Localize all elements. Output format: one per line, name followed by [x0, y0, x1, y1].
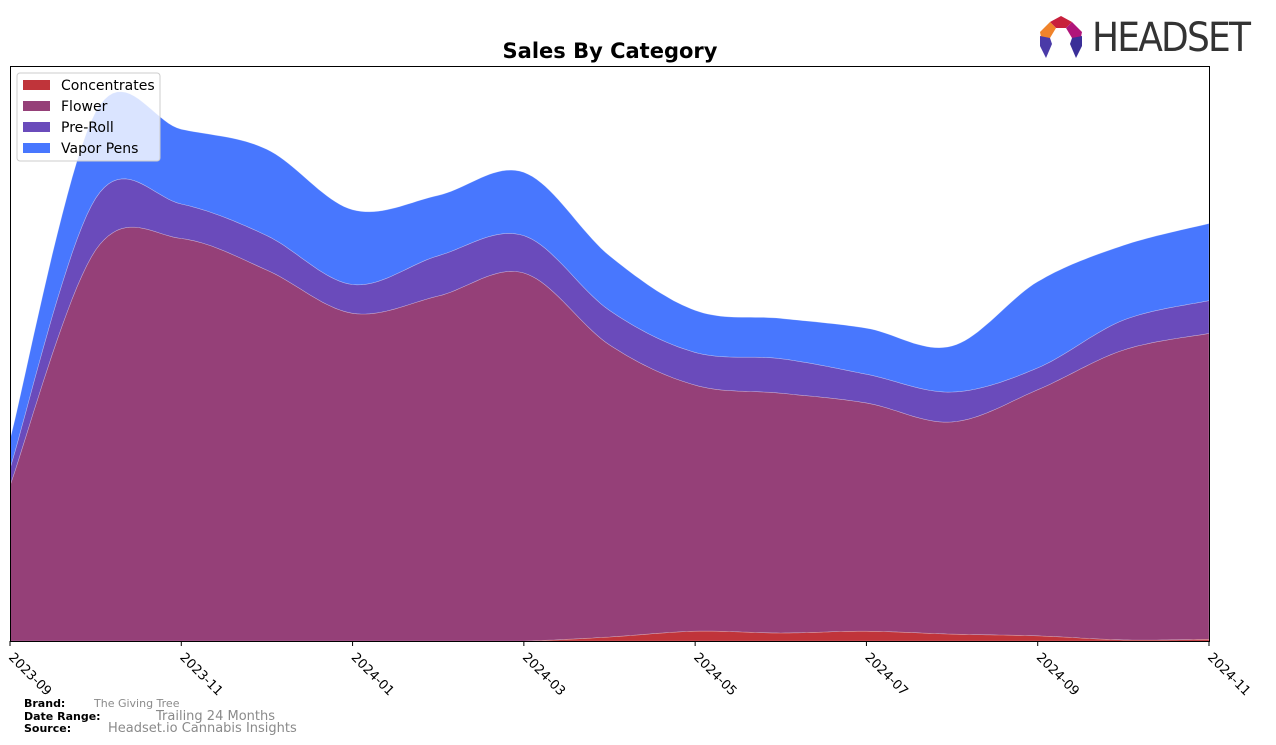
x-tick-label: 2024-09 [1033, 650, 1082, 699]
headset-logo-text: HEADSET [1092, 15, 1251, 61]
footer-source-label: Source: [24, 722, 72, 735]
x-tick-label: 2024-11 [1204, 650, 1253, 699]
legend-label-flower: Flower [61, 99, 108, 115]
sales-by-category-chart: Sales By Category 2023-09 2023-11 2024-01 2… [5, 39, 1253, 699]
plot-areas [9, 91, 1210, 642]
footer-source-value: Headset.io Cannabis Insights [108, 721, 297, 736]
x-tick-label: 2024-05 [690, 650, 739, 699]
legend-label-concentrates: Concentrates [61, 78, 155, 94]
x-tick-label: 2023-09 [5, 650, 54, 699]
legend-swatch-flower [23, 101, 50, 111]
x-tick-label: 2023-11 [176, 650, 225, 699]
x-tick-label: 2024-01 [348, 650, 397, 699]
legend-label-pre-roll: Pre-Roll [61, 120, 114, 136]
legend-swatch-vapor-pens [23, 143, 50, 153]
legend-swatch-concentrates [23, 80, 50, 90]
footer-brand-label: Brand: [24, 697, 66, 710]
headset-logo-icon [1040, 16, 1082, 58]
x-tick-label: 2024-03 [519, 650, 568, 699]
headset-logo: HEADSET [1036, 14, 1266, 62]
legend: Concentrates Flower Pre-Roll Vapor Pens [16, 72, 161, 162]
legend-swatch-pre-roll [23, 122, 50, 132]
x-axis: 2023-09 2023-11 2024-01 2024-03 2024-05 2024-… [5, 641, 1253, 699]
x-tick-label: 2024-07 [862, 650, 911, 699]
chart-title: Sales By Category [503, 39, 718, 63]
legend-label-vapor-pens: Vapor Pens [61, 141, 138, 157]
